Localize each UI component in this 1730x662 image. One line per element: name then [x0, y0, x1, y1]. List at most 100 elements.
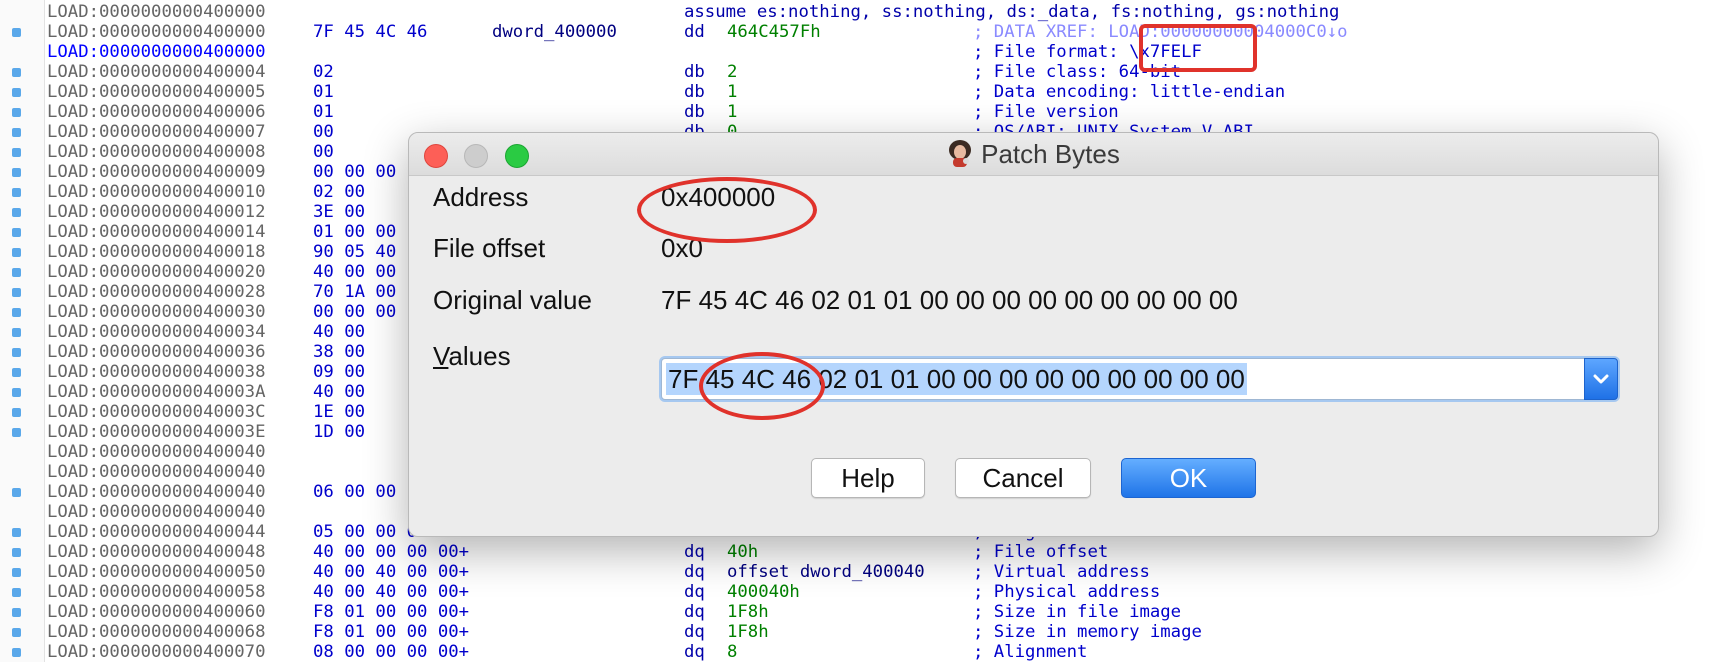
ida-icon: [947, 139, 973, 167]
disasm-mnem: dd: [684, 22, 705, 42]
disasm-addr: LOAD:000000000040003A: [47, 382, 266, 402]
disasm-bytes: 40 00 40 00 00+: [313, 562, 470, 582]
disasm-addr: LOAD:0000000000400000: [47, 22, 266, 42]
disasm-addr: LOAD:0000000000400005: [47, 82, 266, 102]
breakpoint-dot-icon[interactable]: [12, 348, 21, 357]
disasm-comment: ; Physical address: [973, 582, 1161, 602]
disasm-addr: LOAD:0000000000400036: [47, 342, 266, 362]
disasm-bytes: 02: [313, 62, 334, 82]
ok-button[interactable]: OK: [1121, 458, 1256, 498]
breakpoint-dot-icon[interactable]: [12, 548, 21, 557]
breakpoint-dot-icon[interactable]: [12, 188, 21, 197]
disasm-line[interactable]: LOAD:0000000000400004 02 db 2 ; File class: …: [0, 62, 1730, 82]
disasm-addr: LOAD:0000000000400007: [47, 122, 266, 142]
disasm-bytes: 40 00 40 00 00+: [313, 582, 470, 602]
disasm-mnem: db: [684, 102, 705, 122]
file-offset-label: File offset: [433, 233, 546, 263]
breakpoint-dot-icon[interactable]: [12, 608, 21, 617]
disasm-line[interactable]: LOAD:0000000000400000 assume es:nothing, …: [0, 2, 1730, 22]
breakpoint-dot-icon[interactable]: [12, 148, 21, 157]
disasm-bytes: 00: [313, 122, 334, 142]
disasm-comment: ; Data encoding: little-endian: [973, 82, 1286, 102]
disasm-comment: ; Size in file image: [973, 602, 1182, 622]
breakpoint-dot-icon[interactable]: [12, 268, 21, 277]
help-button[interactable]: Help: [811, 458, 925, 498]
disasm-addr: LOAD:0000000000400040: [47, 442, 266, 462]
values-input[interactable]: 7F 45 4C 46 02 01 01 00 00 00 00 00 00 0…: [666, 363, 1247, 395]
chevron-down-icon: [1593, 374, 1609, 384]
disasm-comment: ; Size in memory image: [973, 622, 1202, 642]
breakpoint-dot-icon[interactable]: [12, 68, 21, 77]
breakpoint-dot-icon[interactable]: [12, 168, 21, 177]
breakpoint-dot-icon[interactable]: [12, 368, 21, 377]
disasm-bytes: 1D 00: [313, 422, 366, 442]
disasm-bytes: 02 00: [313, 182, 366, 202]
disasm-mnem: dq: [684, 602, 705, 622]
breakpoint-dot-icon[interactable]: [12, 128, 21, 137]
breakpoint-dot-icon[interactable]: [12, 588, 21, 597]
dialog-title: Patch Bytes: [981, 139, 1120, 169]
disasm-addr: LOAD:0000000000400014: [47, 222, 266, 242]
patch-bytes-dialog: Patch Bytes Address 0x400000 File offset…: [408, 132, 1659, 537]
breakpoint-dot-icon[interactable]: [12, 108, 21, 117]
values-dropdown-button[interactable]: [1584, 358, 1618, 400]
original-value-label: Original value: [433, 285, 592, 315]
disasm-bytes: 40 00 00: [313, 262, 397, 282]
disasm-line[interactable]: LOAD:0000000000400000 7F 45 4C 46 dword_40…: [0, 22, 1730, 42]
disasm-op: 8: [727, 642, 738, 662]
disasm-line[interactable]: LOAD:0000000000400006 01 db 1 ; File version: [0, 102, 1730, 122]
disasm-op: 2: [727, 62, 738, 82]
disasm-addr: LOAD:0000000000400048: [47, 542, 266, 562]
disasm-comment: ; File offset: [973, 542, 1109, 562]
disasm-addr: LOAD:0000000000400004: [47, 62, 266, 82]
values-label-rest: alues: [448, 341, 511, 371]
disasm-mnem: dq: [684, 542, 705, 562]
disasm-line[interactable]: LOAD:0000000000400050 40 00 40 00 00+ dq of…: [0, 562, 1730, 582]
breakpoint-dot-icon[interactable]: [12, 488, 21, 497]
disasm-bytes: 00: [313, 142, 334, 162]
breakpoint-dot-icon[interactable]: [12, 208, 21, 217]
disasm-addr: LOAD:0000000000400020: [47, 262, 266, 282]
breakpoint-dot-icon[interactable]: [12, 308, 21, 317]
disasm-line[interactable]: LOAD:0000000000400000 ; File format: \x7F…: [0, 42, 1730, 62]
breakpoint-dot-icon[interactable]: [12, 648, 21, 657]
disasm-line[interactable]: LOAD:0000000000400058 40 00 40 00 00+ dq 40…: [0, 582, 1730, 602]
disasm-comment: ; File version: [973, 102, 1119, 122]
disasm-line[interactable]: LOAD:0000000000400048 40 00 00 00 00+ dq 40…: [0, 542, 1730, 562]
address-label: Address: [433, 182, 529, 212]
disasm-op: 464C457Fh: [727, 22, 821, 42]
breakpoint-dot-icon[interactable]: [12, 388, 21, 397]
values-combobox[interactable]: 7F 45 4C 46 02 01 01 00 00 00 00 00 00 0…: [661, 358, 1618, 400]
breakpoint-dot-icon[interactable]: [12, 248, 21, 257]
disasm-op: offset dword_400040: [727, 562, 925, 582]
disasm-addr: LOAD:0000000000400034: [47, 322, 266, 342]
disasm-line[interactable]: LOAD:0000000000400070 08 00 00 00 00+ dq 8;…: [0, 642, 1730, 662]
breakpoint-dot-icon[interactable]: [12, 428, 21, 437]
cancel-button[interactable]: Cancel: [955, 458, 1091, 498]
disasm-bytes: 08 00 00 00 00+: [313, 642, 470, 662]
disasm-bytes: 09 00: [313, 362, 366, 382]
disasm-addr: LOAD:0000000000400050: [47, 562, 266, 582]
disasm-op: 400040h: [727, 582, 800, 602]
breakpoint-dot-icon[interactable]: [12, 288, 21, 297]
breakpoint-dot-icon[interactable]: [12, 228, 21, 237]
breakpoint-dot-icon[interactable]: [12, 628, 21, 637]
disasm-bytes: F8 01 00 00 00+: [313, 622, 470, 642]
breakpoint-dot-icon[interactable]: [12, 28, 21, 37]
dialog-titlebar[interactable]: Patch Bytes: [409, 133, 1658, 176]
breakpoint-dot-icon[interactable]: [12, 408, 21, 417]
disasm-bytes: 01: [313, 102, 334, 122]
disasm-line[interactable]: LOAD:0000000000400068 F8 01 00 00 00+ dq 1F…: [0, 622, 1730, 642]
disasm-line[interactable]: LOAD:0000000000400005 01 db 1 ; Data encodin…: [0, 82, 1730, 102]
breakpoint-dot-icon[interactable]: [12, 88, 21, 97]
disasm-addr: LOAD:0000000000400000: [47, 2, 266, 22]
disasm-comment: ; Alignment: [973, 642, 1088, 662]
disasm-bytes: 70 1A 00: [313, 282, 397, 302]
breakpoint-dot-icon[interactable]: [12, 568, 21, 577]
disasm-comment: ; File class: 64-bit: [973, 62, 1182, 82]
breakpoint-dot-icon[interactable]: [12, 328, 21, 337]
disasm-line[interactable]: LOAD:0000000000400060 F8 01 00 00 00+ dq 1F…: [0, 602, 1730, 622]
breakpoint-dot-icon[interactable]: [12, 528, 21, 537]
disasm-bytes: 1E 00: [313, 402, 366, 422]
disasm-op: 1: [727, 102, 738, 122]
